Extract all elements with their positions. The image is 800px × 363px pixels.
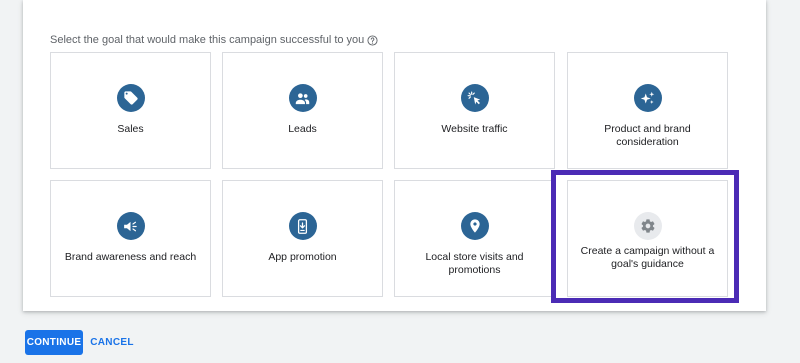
people-icon <box>288 84 317 112</box>
gear-icon <box>633 212 662 240</box>
goal-card-brand-awareness[interactable]: Brand awareness and reach <box>50 180 211 297</box>
goal-card-label: Create a campaign without a goal's guida… <box>580 245 715 270</box>
goal-selection-panel: Select the goal that would make this cam… <box>23 0 766 311</box>
goal-card-product-brand-consideration[interactable]: Product and brand consideration <box>567 52 728 169</box>
goal-card-website-traffic[interactable]: Website traffic <box>394 52 555 169</box>
sparkle-icon <box>633 84 662 112</box>
goal-card-app-promotion[interactable]: App promotion <box>222 180 383 297</box>
goal-card-label: App promotion <box>268 251 337 263</box>
goal-card-label: Sales <box>117 123 144 135</box>
goal-card-label: Product and brand consideration <box>604 123 691 148</box>
cursor-click-icon <box>460 84 489 112</box>
goal-card-label: Brand awareness and reach <box>64 251 197 263</box>
goal-card-leads[interactable]: Leads <box>222 52 383 169</box>
cancel-button[interactable]: CANCEL <box>89 330 135 355</box>
speaker-icon <box>116 212 145 240</box>
goal-card-label: Website traffic <box>441 123 508 135</box>
sales-tag-icon <box>116 84 145 112</box>
goal-prompt-text: Select the goal that would make this cam… <box>50 34 365 46</box>
help-circle-icon[interactable] <box>367 34 378 46</box>
goal-prompt: Select the goal that would make this cam… <box>50 34 378 46</box>
goal-card-label: Leads <box>288 123 317 135</box>
continue-button[interactable]: CONTINUE <box>25 330 83 355</box>
goal-card-sales[interactable]: Sales <box>50 52 211 169</box>
phone-download-icon <box>288 212 317 240</box>
goal-card-no-goal-guidance[interactable]: Create a campaign without a goal's guida… <box>567 180 728 297</box>
goal-card-label: Local store visits and promotions <box>425 251 524 276</box>
location-pin-icon <box>460 212 489 240</box>
goal-card-local-store-visits[interactable]: Local store visits and promotions <box>394 180 555 297</box>
